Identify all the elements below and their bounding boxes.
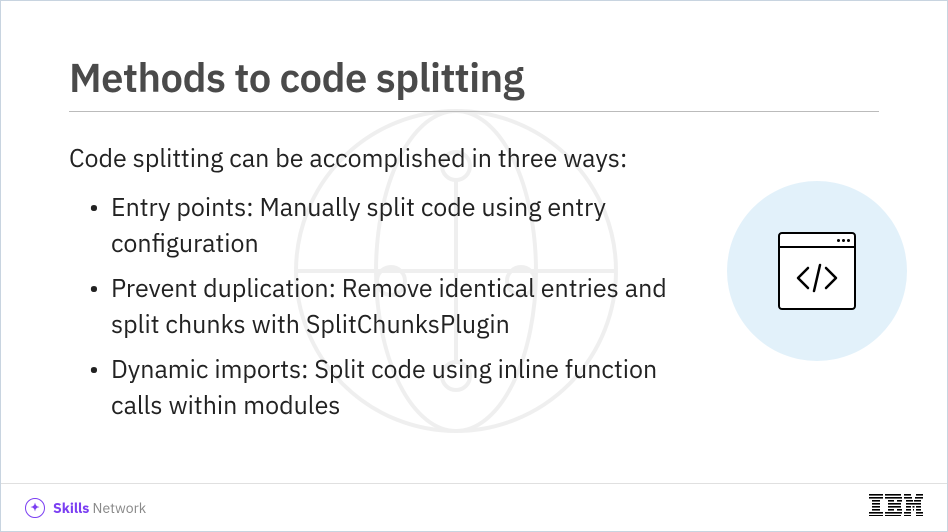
list-item: Dynamic imports: Split code using inline… xyxy=(93,351,679,422)
badge-glyph: ✦ xyxy=(30,501,39,515)
skills-network-label: Skills Network xyxy=(53,499,146,517)
skills-light: Network xyxy=(89,499,146,517)
code-window-icon xyxy=(778,232,856,310)
intro-text: Code splitting can be accomplished in th… xyxy=(69,140,649,175)
ibm-logo-icon xyxy=(869,494,923,521)
window-dot xyxy=(837,239,840,242)
title-underline xyxy=(69,111,879,112)
bullet-list: Entry points: Manually split code using … xyxy=(69,189,679,422)
footer-left: ✦ Skills Network xyxy=(25,498,146,518)
skills-network-badge-icon: ✦ xyxy=(25,498,45,518)
circle-background xyxy=(727,181,907,361)
list-item: Entry points: Manually split code using … xyxy=(93,189,679,260)
footer: ✦ Skills Network xyxy=(1,483,947,531)
list-item: Prevent duplication: Remove identical en… xyxy=(93,270,679,341)
code-brackets-icon xyxy=(780,248,854,308)
skills-bold: Skills xyxy=(53,499,89,517)
window-dot xyxy=(842,239,845,242)
window-header xyxy=(780,234,854,248)
code-illustration xyxy=(727,181,907,361)
window-dot xyxy=(847,239,850,242)
slide-title: Methods to code splitting xyxy=(69,51,879,103)
